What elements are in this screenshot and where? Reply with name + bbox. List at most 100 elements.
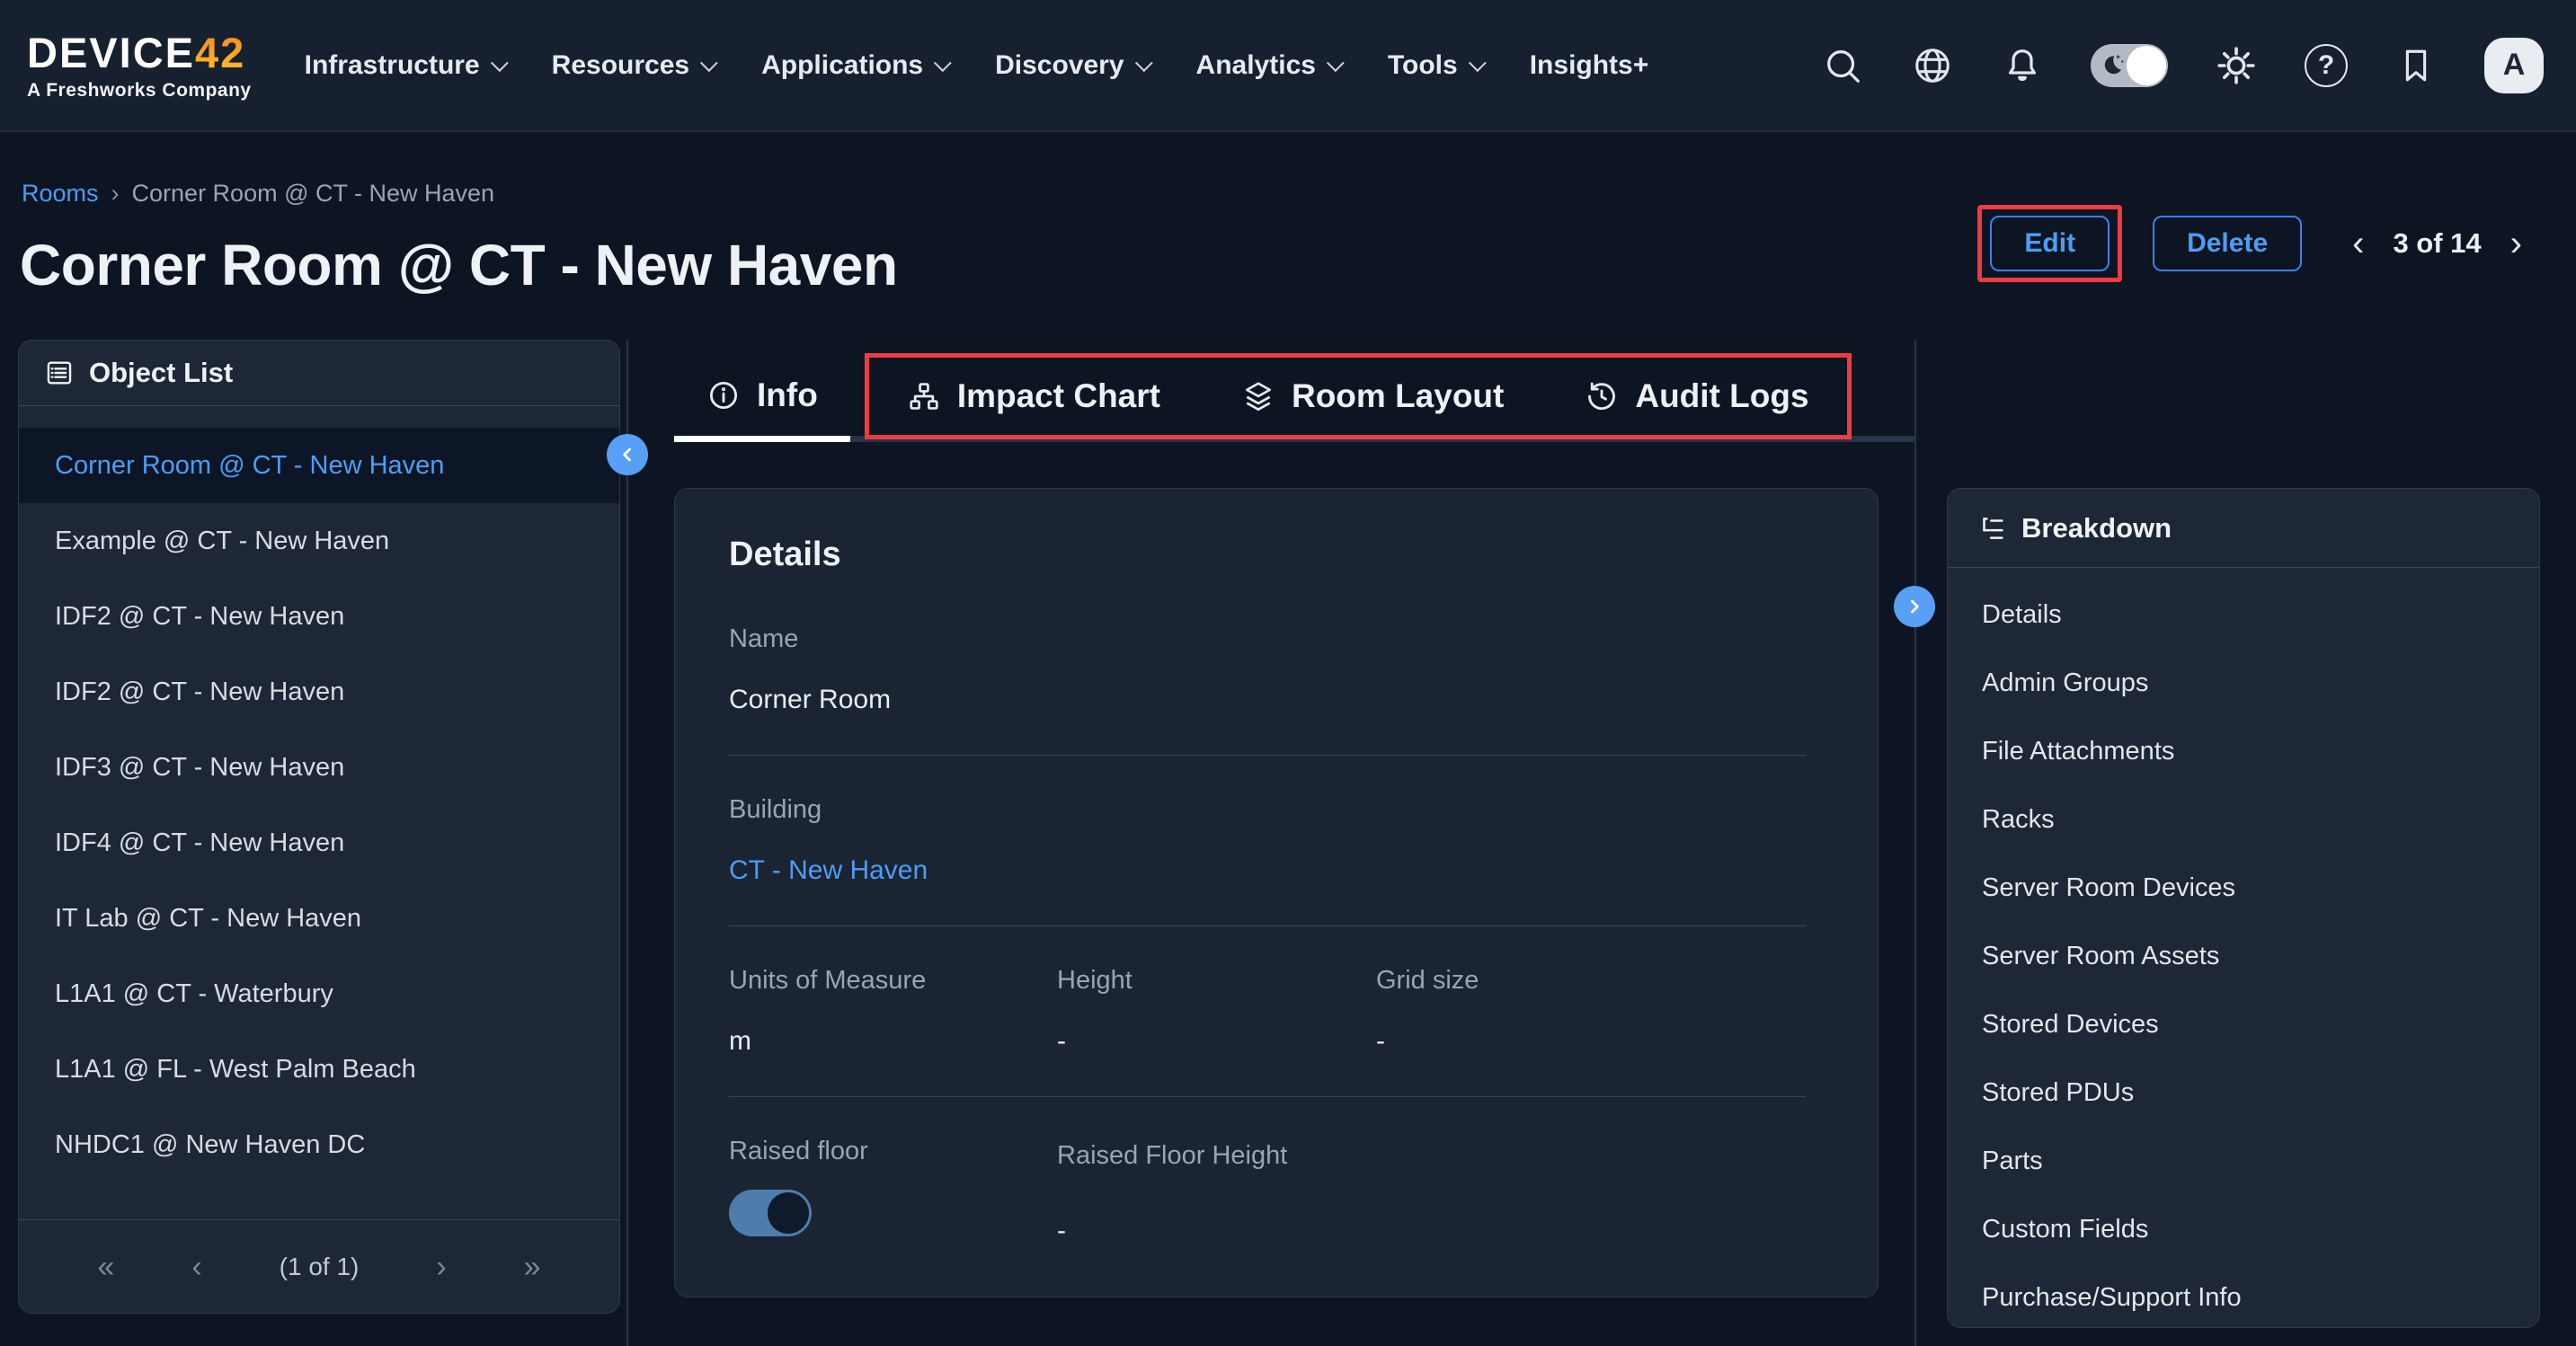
object-list-icon: [44, 358, 75, 388]
breakdown-nav-item[interactable]: Admin Groups: [1948, 649, 2539, 717]
notifications-bell-icon[interactable]: [2001, 44, 2044, 87]
breadcrumb-rooms-link[interactable]: Rooms: [22, 180, 99, 208]
tab-impact-chart[interactable]: Impact Chart: [875, 358, 1193, 435]
collapse-object-list-button[interactable]: [607, 434, 648, 475]
breakdown-nav-item[interactable]: Parts: [1948, 1127, 2539, 1195]
object-list-row[interactable]: Corner Room @ CT - New Haven: [19, 428, 619, 503]
tab-audit-logs-label: Audit Logs: [1635, 377, 1808, 415]
raised-floor-toggle[interactable]: [729, 1190, 812, 1236]
delete-button[interactable]: Delete: [2153, 216, 2302, 271]
object-list-row[interactable]: L1A1 @ CT - Waterbury: [19, 956, 619, 1032]
tab-info[interactable]: Info: [674, 355, 850, 436]
nav-icon-cluster: ? A: [1821, 38, 2544, 93]
object-list-row[interactable]: IDF2 @ CT - New Haven: [19, 654, 619, 730]
field-height: Height -: [1057, 966, 1376, 1057]
object-list-row-label: L1A1 @ FL - West Palm Beach: [55, 1055, 416, 1085]
pager-prev-icon[interactable]: ‹: [2349, 226, 2367, 261]
breakdown-title: Breakdown: [2021, 512, 2172, 545]
field-raised-floor-label: Raised floor: [729, 1137, 1057, 1166]
breakdown-nav-item[interactable]: Server Room Devices: [1948, 854, 2539, 922]
device42-logo[interactable]: DEVICE42 A Freshworks Company: [27, 31, 252, 100]
nav-menu-item[interactable]: Insights+: [1500, 0, 1668, 130]
breakdown-nav-item[interactable]: Stored PDUs: [1948, 1058, 2539, 1127]
collapse-breakdown-button[interactable]: [1894, 586, 1935, 627]
building-link[interactable]: CT - New Haven: [729, 855, 1824, 886]
field-units-label: Units of Measure: [729, 966, 1057, 996]
help-icon[interactable]: ?: [2305, 44, 2348, 87]
breakdown-nav-label: Server Room Assets: [1982, 942, 2219, 971]
object-list-row[interactable]: IDF2 @ CT - New Haven: [19, 579, 619, 654]
object-list-row-label: Corner Room @ CT - New Haven: [55, 451, 444, 481]
breakdown-nav-label: Racks: [1982, 805, 2055, 835]
divider: [729, 925, 1806, 926]
breakdown-nav-item[interactable]: File Attachments: [1948, 717, 2539, 785]
details-title: Details: [729, 536, 1824, 574]
pagination-status: (1 of 1): [280, 1253, 360, 1281]
nav-menu-item[interactable]: Resources: [522, 0, 732, 130]
tab-impact-chart-label: Impact Chart: [957, 377, 1160, 415]
nav-menu-label: Analytics: [1196, 50, 1316, 81]
pagination-last-icon[interactable]: »: [524, 1252, 541, 1282]
pagination-next-icon[interactable]: ›: [436, 1252, 446, 1282]
chevron-down-icon: [934, 54, 952, 72]
object-list-header: Object List: [19, 341, 619, 406]
edit-button[interactable]: Edit: [1990, 216, 2110, 271]
nav-menu-label: Insights+: [1530, 50, 1649, 81]
object-list-row[interactable]: NHDC1 @ New Haven DC: [19, 1107, 619, 1182]
layers-icon: [1241, 379, 1275, 413]
theme-toggle[interactable]: [2091, 44, 2168, 87]
nav-menu-item[interactable]: Analytics: [1167, 0, 1358, 130]
nav-menus: Infrastructure Resources Applications Di…: [275, 0, 1668, 130]
user-avatar[interactable]: A: [2484, 38, 2544, 93]
object-list-row[interactable]: IT Lab @ CT - New Haven: [19, 881, 619, 956]
breakdown-nav-item[interactable]: Custom Fields: [1948, 1195, 2539, 1263]
brand-42: 42: [195, 29, 245, 76]
breadcrumb-current: Corner Room @ CT - New Haven: [132, 180, 495, 208]
brand-subtitle: A Freshworks Company: [27, 81, 252, 100]
breakdown-nav-item[interactable]: Purchase/Support Info: [1948, 1263, 2539, 1328]
tab-info-label: Info: [757, 376, 818, 414]
toggle-knob: [2127, 46, 2166, 85]
breakdown-nav-label: Purchase/Support Info: [1982, 1283, 2242, 1313]
annotation-box-edit: Edit: [1977, 205, 2122, 282]
search-icon[interactable]: [1821, 44, 1864, 87]
chevron-down-icon: [1327, 54, 1345, 72]
breakdown-nav-item[interactable]: Stored Devices: [1948, 990, 2539, 1058]
object-list-row[interactable]: IDF4 @ CT - New Haven: [19, 805, 619, 881]
breakdown-nav-item[interactable]: Racks: [1948, 785, 2539, 854]
settings-gear-icon[interactable]: [2215, 44, 2258, 87]
detail-tabs: Info Impact Chart Room Layout Audit Logs: [674, 355, 1914, 442]
object-list-row[interactable]: Example @ CT - New Haven: [19, 503, 619, 579]
nav-menu-item[interactable]: Tools: [1358, 0, 1500, 130]
globe-icon[interactable]: [1911, 44, 1954, 87]
breakdown-items: Details Admin Groups File Attachments Ra…: [1948, 568, 2539, 1328]
breakdown-nav-item[interactable]: Server Room Assets: [1948, 922, 2539, 990]
field-name: Name Corner Room: [729, 624, 1824, 715]
field-raised-floor-height-label: Raised Floor Height: [1057, 1137, 1327, 1174]
pagination-first-icon[interactable]: «: [97, 1252, 114, 1282]
field-height-label: Height: [1057, 966, 1376, 996]
breakdown-panel: Breakdown Details Admin Groups File Atta…: [1947, 488, 2540, 1328]
annotation-box-tabs: Impact Chart Room Layout Audit Logs: [865, 353, 1852, 439]
chevron-down-icon: [1469, 54, 1487, 72]
breadcrumb: Rooms › Corner Room @ CT - New Haven: [22, 180, 494, 208]
nav-menu-item[interactable]: Discovery: [965, 0, 1166, 130]
moon-icon: [2097, 50, 2127, 81]
nav-menu-item[interactable]: Applications: [732, 0, 965, 130]
object-list-row[interactable]: L1A1 @ FL - West Palm Beach: [19, 1032, 619, 1107]
nav-menu-label: Resources: [552, 50, 689, 81]
object-list-row[interactable]: IDF3 @ CT - New Haven: [19, 730, 619, 805]
object-list-pagination: « ‹ (1 of 1) › »: [19, 1219, 619, 1313]
breakdown-tree-icon: [1976, 513, 2007, 544]
breakdown-nav-item[interactable]: Details: [1948, 580, 2539, 649]
pagination-prev-icon[interactable]: ‹: [191, 1252, 201, 1282]
field-raised-floor-height-value: -: [1057, 1216, 1824, 1246]
pager-next-icon[interactable]: ›: [2507, 226, 2526, 261]
top-navbar: DEVICE42 A Freshworks Company Infrastruc…: [0, 0, 2576, 132]
breadcrumb-separator: ›: [111, 180, 120, 208]
bookmark-icon[interactable]: [2394, 44, 2438, 87]
field-name-value: Corner Room: [729, 685, 1824, 715]
nav-menu-item[interactable]: Infrastructure: [275, 0, 522, 130]
tab-room-layout[interactable]: Room Layout: [1209, 358, 1536, 435]
tab-audit-logs[interactable]: Audit Logs: [1552, 358, 1841, 435]
